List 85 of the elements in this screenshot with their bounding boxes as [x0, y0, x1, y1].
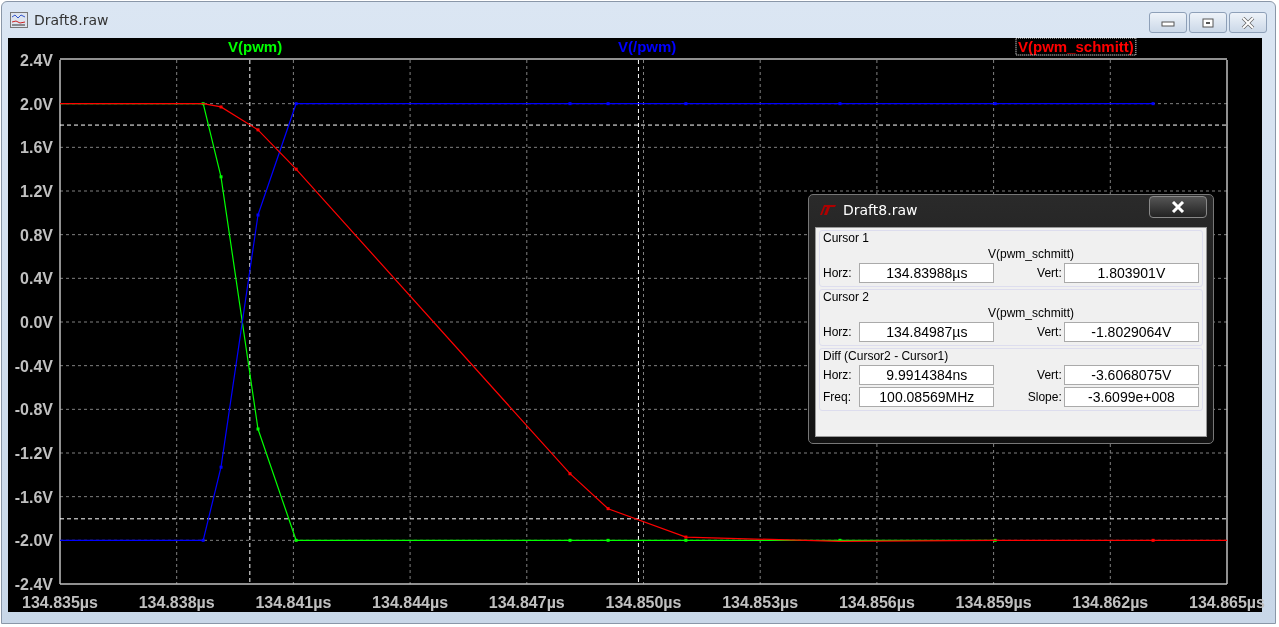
- y-tick-label: 1.6V: [20, 139, 53, 157]
- data-point: [568, 538, 572, 542]
- data-point: [1151, 102, 1155, 106]
- minimize-button[interactable]: [1149, 12, 1187, 33]
- x-tick-label: 134.847µs: [488, 594, 565, 611]
- maximize-button[interactable]: [1189, 12, 1227, 33]
- value-field[interactable]: 9.9914384ns: [859, 365, 995, 385]
- x-tick-label: 134.853µs: [722, 594, 799, 611]
- data-point: [606, 538, 610, 542]
- y-tick-label: 1.2V: [20, 183, 53, 200]
- data-point: [219, 105, 223, 109]
- data-point: [1151, 538, 1155, 542]
- x-tick-label: 134.835µs: [22, 594, 98, 611]
- data-point: [838, 538, 842, 542]
- data-point: [568, 472, 572, 476]
- close-icon: [1171, 201, 1185, 213]
- cursor-line[interactable]: [59, 124, 1228, 126]
- x-tick-label: 134.838µs: [138, 594, 215, 611]
- data-point: [606, 102, 610, 106]
- value-field[interactable]: 134.84987µs: [859, 322, 995, 342]
- x-tick-label: 134.841µs: [255, 594, 332, 611]
- value-field[interactable]: -3.6068075V: [1063, 365, 1199, 385]
- x-tick-label: 134.850µs: [605, 594, 682, 611]
- data-point: [684, 102, 688, 106]
- value-field[interactable]: 134.83988µs: [859, 263, 995, 283]
- group-label: Cursor 2: [823, 290, 870, 304]
- data-point: [993, 538, 997, 542]
- data-point: [256, 427, 260, 431]
- x-tick-label: 134.862µs: [1072, 594, 1149, 611]
- y-tick-label: -1.2V: [14, 445, 53, 462]
- logo-icon: [817, 204, 837, 216]
- close-icon: [1241, 16, 1255, 29]
- group-label: Cursor 1: [823, 231, 870, 245]
- data-point: [294, 167, 298, 171]
- y-tick-label: 0.4V: [20, 270, 53, 288]
- field-label: Slope:: [1026, 390, 1063, 404]
- field-label: Vert:: [1036, 368, 1063, 382]
- trace-name: V(pwm_schmitt): [987, 247, 1075, 261]
- cursor-line[interactable]: [249, 59, 251, 585]
- cursor-line[interactable]: [59, 518, 1228, 520]
- data-point: [294, 102, 298, 106]
- data-point: [256, 213, 260, 217]
- maximize-icon: [1202, 17, 1214, 28]
- data-point: [219, 465, 223, 469]
- y-tick-label: -0.8V: [14, 401, 53, 419]
- data-point: [993, 102, 997, 106]
- data-point: [256, 128, 260, 132]
- cursor-line[interactable]: [637, 59, 639, 585]
- data-point: [201, 102, 205, 106]
- value-field[interactable]: 100.08569MHz: [859, 387, 995, 407]
- data-point: [201, 538, 205, 542]
- x-tick-label: 134.859µs: [955, 594, 1032, 611]
- trace-label[interactable]: V(pwm_schmitt): [1018, 38, 1134, 55]
- data-point: [568, 102, 572, 106]
- y-tick-label: -1.6V: [14, 488, 53, 506]
- minimize-icon: [1161, 18, 1175, 27]
- value-field[interactable]: 1.803901V: [1063, 263, 1199, 283]
- field-label: Horz:: [823, 368, 853, 382]
- field-label: Freq:: [823, 390, 852, 404]
- y-tick-label: 0.8V: [20, 226, 53, 244]
- y-tick-label: -2.4V: [14, 576, 53, 593]
- data-point: [838, 102, 842, 106]
- y-tick-label: -0.4V: [14, 357, 53, 375]
- window-title: Draft8.raw: [34, 12, 110, 28]
- data-point: [294, 538, 298, 542]
- value-field[interactable]: -3.6099e+008: [1063, 387, 1199, 407]
- close-button[interactable]: [1149, 196, 1207, 218]
- field-label: Vert:: [1036, 325, 1063, 339]
- y-tick-label: 2.4V: [20, 52, 53, 69]
- data-point: [219, 175, 223, 179]
- x-tick-label: 134.856µs: [838, 594, 915, 611]
- trace-label[interactable]: V(pwm): [228, 38, 283, 55]
- value-field[interactable]: -1.8029064V: [1063, 322, 1199, 342]
- data-point: [606, 507, 610, 511]
- field-label: Horz:: [823, 325, 853, 339]
- field-label: Horz:: [823, 266, 853, 280]
- x-tick-label: 134.844µs: [372, 594, 449, 611]
- y-tick-label: 0.0V: [20, 314, 53, 331]
- waveform-icon: [10, 12, 28, 28]
- y-tick-label: -2.0V: [14, 532, 53, 550]
- dialog-title: Draft8.raw: [843, 202, 919, 218]
- group-label: Diff (Cursor2 - Cursor1): [823, 349, 950, 363]
- y-tick-label: 2.0V: [20, 95, 53, 113]
- trace-name: V(pwm_schmitt): [987, 306, 1075, 320]
- field-label: Vert:: [1036, 266, 1063, 280]
